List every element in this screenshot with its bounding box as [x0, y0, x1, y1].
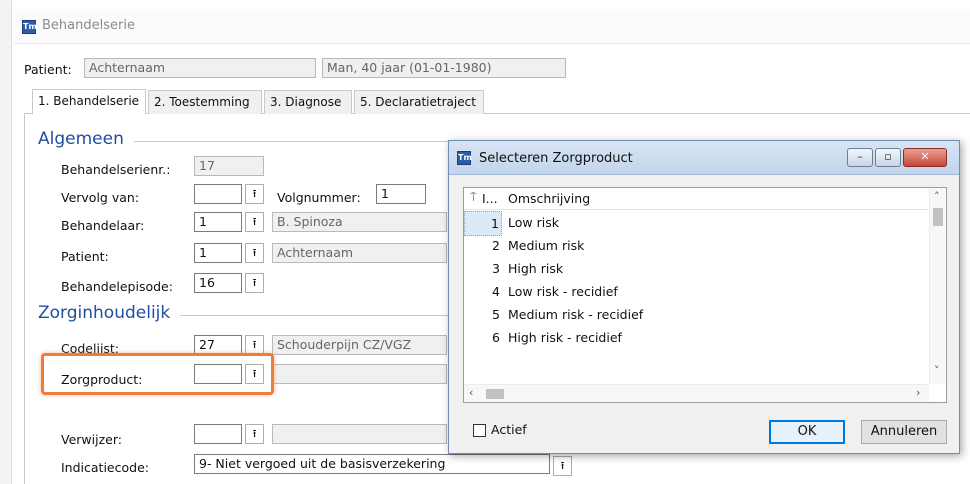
scroll-thumb[interactable] — [933, 208, 943, 226]
list-item[interactable]: 2 Medium risk — [464, 234, 920, 257]
section-zorginhoudelijk-title: Zorginhoudelijk — [38, 303, 171, 323]
row-num: 5 — [492, 307, 500, 322]
indicatiecode-picker-button[interactable]: ⭱ — [553, 456, 572, 476]
vervolg-label: Vervolg van: — [61, 190, 140, 205]
row-num: 3 — [492, 261, 500, 276]
row-desc: Medium risk — [508, 238, 585, 253]
minimize-icon: – — [857, 150, 863, 163]
app-logo-icon: Tm — [457, 151, 472, 165]
upload-arrow-icon: ⭱ — [252, 246, 257, 259]
row-num: 2 — [492, 238, 500, 253]
patient-code-field[interactable]: 1 — [194, 243, 242, 263]
list-item[interactable]: 1 Low risk — [464, 211, 920, 236]
episode-field[interactable]: 16 — [194, 273, 242, 293]
section-divider — [134, 141, 454, 142]
tab-declaratietraject[interactable]: 5. Declaratietraject — [354, 90, 484, 114]
patient-name-field: Achternaam — [272, 243, 447, 263]
actief-label: Actief — [491, 422, 527, 437]
scroll-left-icon[interactable]: ‹ — [469, 386, 473, 399]
row-num: 1 — [464, 211, 502, 236]
actief-checkbox[interactable] — [473, 424, 486, 437]
title-bar — [14, 10, 970, 44]
patient-bar-name: Achternaam — [84, 58, 316, 78]
list-item[interactable]: 3 High risk — [464, 257, 920, 280]
scroll-thumb[interactable] — [486, 389, 504, 399]
upload-arrow-icon: ⭱ — [252, 338, 257, 351]
upload-arrow-icon: ⭱ — [252, 187, 257, 200]
row-desc: Low risk — [508, 215, 559, 230]
zorgproduct-name-field — [272, 364, 447, 384]
verwijzer-field[interactable] — [194, 424, 242, 444]
indicatiecode-field[interactable]: 9- Niet vergoed uit de basisverzekering — [194, 454, 550, 474]
select-zorgproduct-dialog: Tm Selecteren Zorgproduct – ▫ ✕ ⍑ I... O… — [448, 140, 960, 454]
behandelaar-code-field[interactable]: 1 — [194, 212, 242, 232]
list-item[interactable]: 5 Medium risk - recidief — [464, 303, 920, 326]
list-header: ⍑ I... Omschrijving — [464, 188, 929, 210]
row-num: 4 — [492, 284, 500, 299]
episode-label: Behandelepisode: — [61, 279, 173, 294]
serienr-field: 17 — [194, 156, 264, 176]
patient-bar-label: Patient: — [24, 62, 72, 77]
patient-bar-info: Man, 40 jaar (01-01-1980) — [322, 58, 566, 78]
list-item[interactable]: 6 High risk - recidief — [464, 326, 920, 349]
maximize-button[interactable]: ▫ — [875, 148, 901, 167]
filter-icon[interactable]: ⍑ — [470, 191, 477, 205]
verwijzer-name-field — [272, 424, 447, 444]
column-header-omschrijving[interactable]: Omschrijving — [508, 191, 590, 206]
upload-arrow-icon: ⭱ — [252, 215, 257, 228]
close-icon: ✕ — [920, 150, 930, 163]
row-desc: Low risk - recidief — [508, 284, 618, 299]
codelijst-code-field[interactable]: 27 — [194, 335, 242, 355]
behandelaar-name-field: B. Spinoza — [272, 212, 447, 232]
upload-arrow-icon: ⭱ — [560, 459, 565, 472]
row-desc: Medium risk - recidief — [508, 307, 644, 322]
indicatiecode-label: Indicatiecode: — [61, 460, 149, 475]
patient-picker-button[interactable]: ⭱ — [245, 243, 264, 263]
row-num: 6 — [492, 330, 500, 345]
annuleren-button[interactable]: Annuleren — [861, 420, 947, 444]
volgnummer-field[interactable]: 1 — [376, 184, 426, 204]
patient-label: Patient: — [61, 249, 109, 264]
tab-behandelserie[interactable]: 1. Behandelserie — [32, 89, 146, 114]
minimize-button[interactable]: – — [847, 148, 873, 167]
ok-button[interactable]: OK — [769, 420, 845, 444]
app-logo-icon: Tm — [22, 20, 37, 34]
horizontal-scrollbar[interactable]: ‹ › — [464, 384, 929, 402]
tab-diagnose[interactable]: 3. Diagnose — [264, 90, 352, 114]
tab-toestemming[interactable]: 2. Toestemming — [148, 90, 262, 114]
section-algemeen-title: Algemeen — [38, 129, 124, 149]
episode-picker-button[interactable]: ⭱ — [245, 273, 264, 293]
zorgproduct-highlight-box — [41, 353, 274, 395]
scroll-up-icon[interactable]: ˄ — [934, 190, 940, 203]
dialog-title: Selecteren Zorgproduct — [479, 151, 633, 166]
column-header-num[interactable]: I... — [482, 191, 498, 206]
vervolg-field[interactable] — [194, 184, 242, 204]
codelijst-name-field: Schouderpijn CZ/VGZ — [272, 335, 447, 355]
scroll-right-icon[interactable]: › — [916, 386, 920, 399]
window-title: Behandelserie — [42, 18, 135, 33]
behandelaar-label: Behandelaar: — [61, 218, 145, 233]
vertical-scrollbar[interactable]: ˄ ˅ — [929, 188, 946, 384]
vervolg-picker-button[interactable]: ⭱ — [245, 184, 264, 204]
maximize-icon: ▫ — [884, 150, 892, 163]
upload-arrow-icon: ⭱ — [252, 427, 257, 440]
upload-arrow-icon: ⭱ — [252, 276, 257, 289]
zorgproduct-list: ⍑ I... Omschrijving 1 Low risk 2 Medium ri… — [463, 187, 947, 403]
codelijst-picker-button[interactable]: ⭱ — [245, 335, 264, 355]
behandelaar-picker-button[interactable]: ⭱ — [245, 212, 264, 232]
verwijzer-label: Verwijzer: — [61, 432, 122, 447]
scroll-down-icon[interactable]: ˅ — [934, 364, 940, 377]
left-edge — [0, 0, 12, 484]
row-desc: High risk - recidief — [508, 330, 622, 345]
verwijzer-picker-button[interactable]: ⭱ — [245, 424, 264, 444]
section-divider — [180, 315, 454, 316]
serienr-label: Behandelserienr.: — [61, 162, 171, 177]
close-button[interactable]: ✕ — [903, 148, 947, 167]
list-item[interactable]: 4 Low risk - recidief — [464, 280, 920, 303]
row-desc: High risk — [508, 261, 564, 276]
volgnummer-label: Volgnummer: — [277, 190, 361, 205]
